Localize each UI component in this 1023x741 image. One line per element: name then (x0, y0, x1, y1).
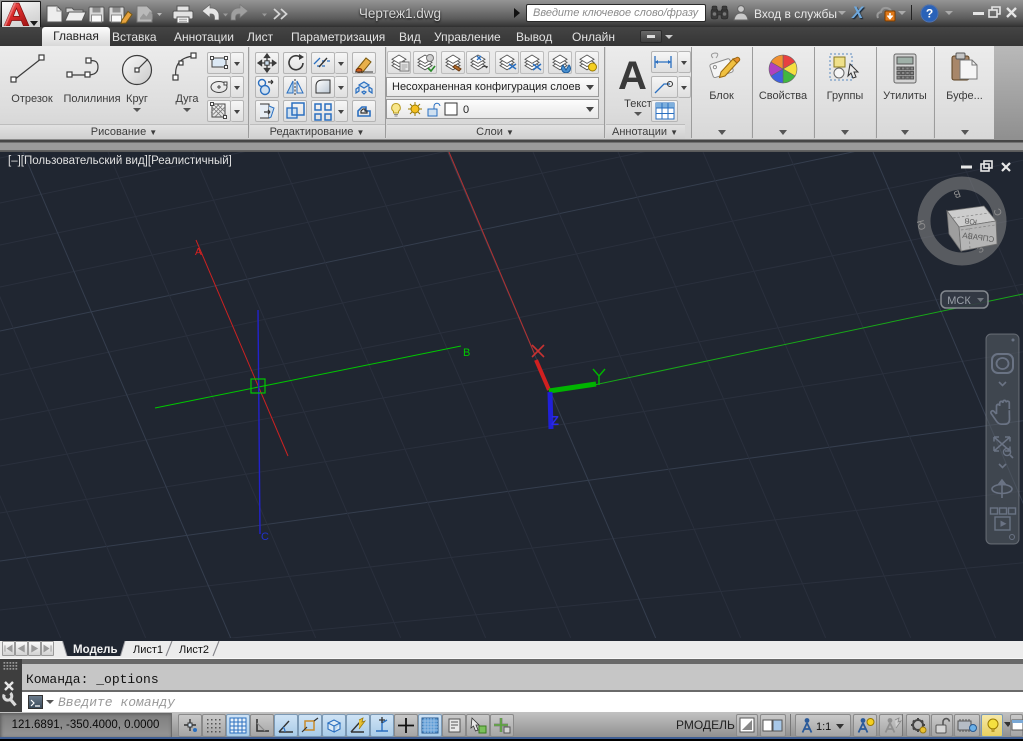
svg-text:?: ? (926, 7, 933, 21)
svg-text:Лист1: Лист1 (133, 644, 163, 656)
svg-text:A: A (618, 54, 647, 98)
svg-text:С: С (261, 531, 269, 543)
svg-text:В: В (463, 347, 470, 359)
svg-text:Отрезок: Отрезок (11, 93, 53, 105)
svg-text:Текст: Текст (624, 98, 652, 110)
svg-text:Дуга: Дуга (175, 93, 199, 105)
svg-text:ЮВ: ЮВ (964, 216, 978, 227)
svg-text:МСК: МСК (947, 295, 971, 307)
svg-text:Круг: Круг (126, 93, 148, 105)
svg-text:А: А (195, 247, 202, 258)
svg-text:Модель: Модель (73, 644, 118, 656)
svg-text:Лист2: Лист2 (179, 644, 209, 656)
svg-text:Z: Z (551, 413, 559, 428)
svg-text:0: 0 (463, 104, 469, 116)
svg-text:Полилиния: Полилиния (63, 93, 120, 105)
svg-text:1:1: 1:1 (816, 721, 831, 733)
